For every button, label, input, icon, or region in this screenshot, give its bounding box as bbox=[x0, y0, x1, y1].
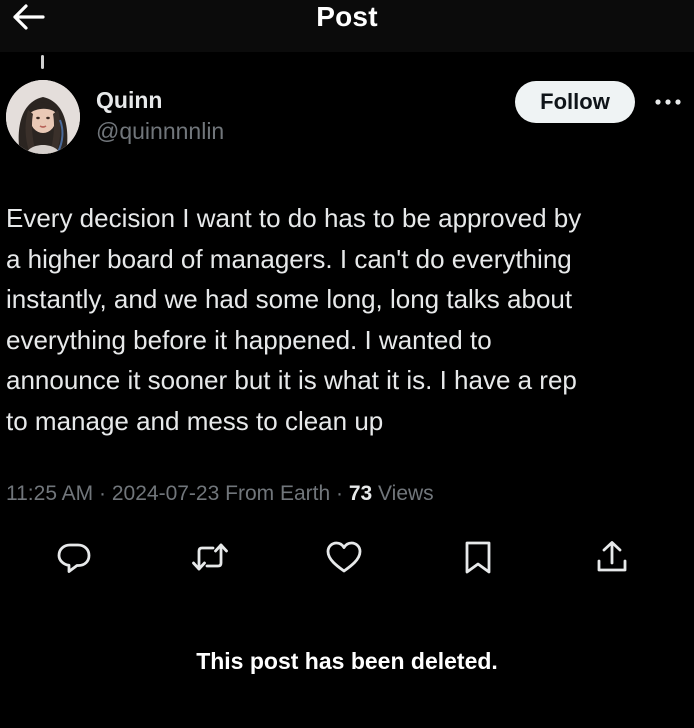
more-horizontal-icon bbox=[655, 99, 681, 105]
thread-connector-line bbox=[41, 55, 44, 69]
views-label[interactable]: Views bbox=[378, 482, 434, 505]
share-icon bbox=[597, 541, 627, 572]
deleted-notice: This post has been deleted. bbox=[196, 648, 498, 674]
post-text-line: Every decision I want to do has to be ap… bbox=[6, 203, 582, 233]
post-text-line: a higher board of managers. I can't do e… bbox=[6, 243, 572, 274]
more-options-button[interactable] bbox=[648, 88, 688, 116]
bookmark-icon bbox=[465, 541, 491, 574]
action-bar bbox=[0, 532, 694, 582]
reply-button[interactable] bbox=[48, 532, 100, 582]
views-count[interactable]: 73 bbox=[349, 482, 372, 505]
post-text-line: announce it sooner but it is what it is.… bbox=[6, 365, 577, 395]
user-avatar[interactable] bbox=[6, 80, 80, 154]
post-source: From Earth bbox=[225, 482, 331, 505]
meta-separator: · bbox=[336, 482, 343, 505]
author-display-name[interactable]: Quinn bbox=[96, 87, 162, 114]
bookmark-button[interactable] bbox=[452, 532, 504, 582]
follow-button[interactable]: Follow bbox=[515, 81, 635, 123]
repost-button[interactable] bbox=[184, 532, 236, 582]
post-date[interactable]: 2024-07-23 bbox=[112, 482, 219, 505]
post-meta: 11:25 AM · 2024-07-23 From Earth · 73 Vi… bbox=[6, 482, 434, 506]
post-text-line: to manage and mess to clean up bbox=[6, 405, 384, 436]
post-time[interactable]: 11:25 AM bbox=[6, 482, 93, 505]
meta-separator: · bbox=[99, 482, 107, 505]
author-handle[interactable]: @quinnnnlin bbox=[96, 118, 224, 145]
top-bar: Post bbox=[0, 0, 694, 52]
post-text-line: instantly, and we had some long, long ta… bbox=[6, 284, 573, 314]
page-title: Post bbox=[316, 1, 378, 32]
heart-icon bbox=[326, 541, 362, 573]
share-button[interactable] bbox=[586, 532, 638, 582]
post-text: Every decision I want to do has to be ap… bbox=[6, 198, 690, 441]
post-text-line: everything before it happened. I wanted … bbox=[6, 324, 492, 355]
reply-icon bbox=[57, 543, 91, 573]
repost-icon bbox=[192, 543, 228, 571]
like-button[interactable] bbox=[318, 532, 370, 582]
